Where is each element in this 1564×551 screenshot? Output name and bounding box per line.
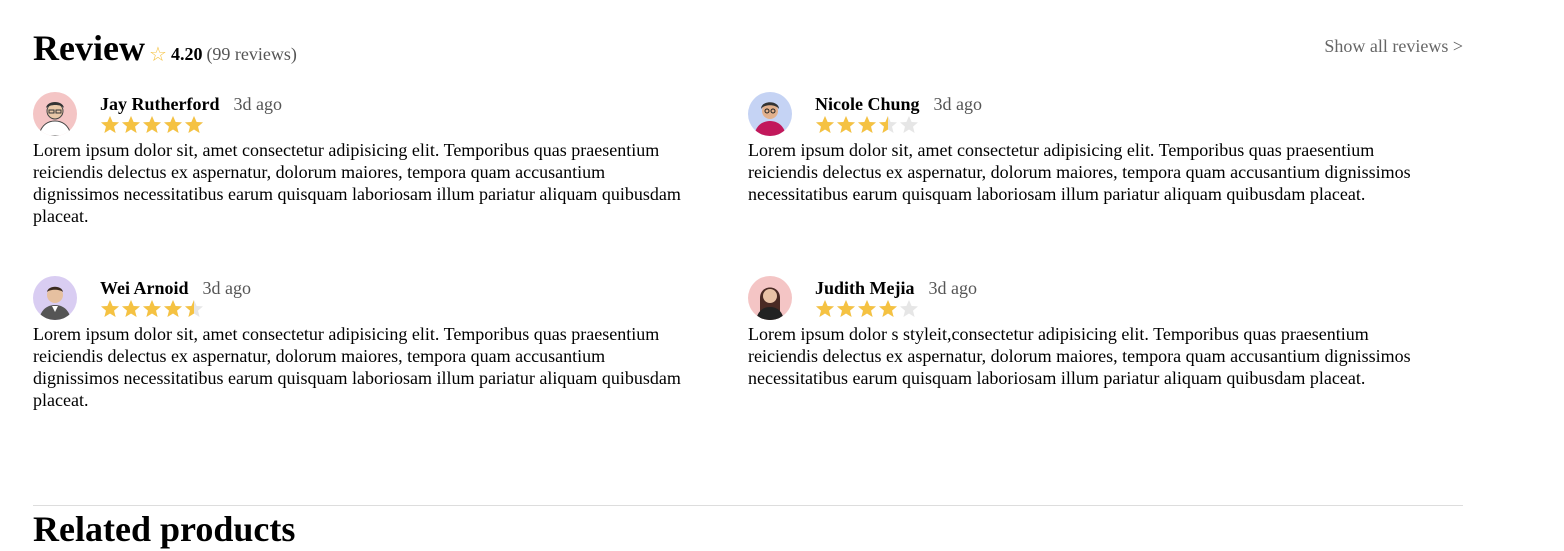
reviewer-name: Nicole Chung [815,94,920,114]
review-text: Lorem ipsum dolor sit, amet consectetur … [748,140,1411,204]
avatar [33,276,77,320]
person-avatar-icon [748,276,792,320]
related-products-title: Related products [33,509,296,549]
review-text: Lorem ipsum dolor s styleit,consectetur … [748,324,1411,388]
review-text: Lorem ipsum dolor sit, amet consectetur … [33,140,681,226]
star-rating [100,299,205,319]
show-all-reviews-link[interactable]: Show all reviews > [1324,36,1463,57]
reviewer-name: Jay Rutherford [100,94,220,114]
star-rating [100,115,205,135]
review-count: (99 reviews) [206,44,297,64]
star-filled-icon [164,300,182,317]
review-title: Review [33,28,145,68]
review-time: 3d ago [233,94,283,114]
star-filled-icon [879,300,897,317]
reviewer-name: Wei Arnoid [100,278,189,298]
avatar [748,276,792,320]
star-outline-icon: ☆ [149,42,167,66]
star-filled-icon [185,116,203,133]
reviewer-info: Jay Rutherford 3d ago [100,93,282,115]
average-rating: 4.20 [170,44,203,64]
star-filled-icon [837,116,855,133]
review-time: 3d ago [933,94,983,114]
star-rating [815,115,920,135]
star-filled-icon [143,300,161,317]
rating-summary: ☆ 4.20 (99 reviews) [149,42,297,65]
reviewer-info: Judith Mejia 3d ago [815,277,977,299]
star-filled-icon [858,116,876,133]
star-filled-icon [101,300,119,317]
avatar [33,92,77,136]
review-time: 3d ago [928,278,978,298]
person-avatar-icon [33,92,77,136]
avatar [748,92,792,136]
star-empty-icon [900,116,918,133]
star-filled-icon [101,116,119,133]
reviewer-info: Wei Arnoid 3d ago [100,277,251,299]
review-text: Lorem ipsum dolor sit, amet consectetur … [33,324,681,410]
star-filled-icon [816,116,834,133]
reviewer-info: Nicole Chung 3d ago [815,93,982,115]
star-rating [815,299,920,319]
star-half-icon [879,116,897,133]
review-time: 3d ago [202,278,252,298]
star-empty-icon [900,300,918,317]
star-filled-icon [858,300,876,317]
reviewer-name: Judith Mejia [815,278,915,298]
star-filled-icon [122,300,140,317]
star-filled-icon [164,116,182,133]
star-filled-icon [143,116,161,133]
star-half-icon [185,300,203,317]
star-filled-icon [837,300,855,317]
star-filled-icon [816,300,834,317]
person-avatar-icon [748,92,792,136]
review-header: Review ☆ 4.20 (99 reviews) Show all review… [33,28,1463,72]
section-divider [33,505,1463,506]
star-filled-icon [122,116,140,133]
person-avatar-icon [33,276,77,320]
